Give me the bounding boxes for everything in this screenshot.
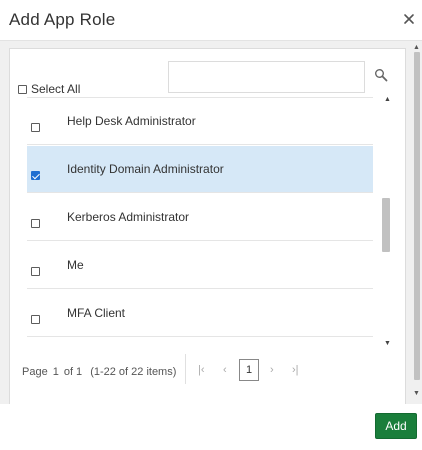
select-all-checkbox[interactable]: Select All — [18, 82, 80, 96]
scroll-down-icon[interactable]: ▼ — [413, 390, 420, 397]
row-checkbox[interactable] — [31, 267, 40, 276]
scroll-up-icon[interactable]: ▲ — [413, 44, 420, 51]
close-icon[interactable] — [402, 12, 416, 26]
search-icon[interactable] — [374, 68, 388, 82]
dialog-scrollbar[interactable]: ▲ ▼ — [412, 44, 421, 404]
row-checkbox[interactable] — [31, 171, 40, 180]
dialog-header: Add App Role — [0, 0, 422, 41]
row-checkbox[interactable] — [31, 315, 40, 324]
dialog-footer: Add — [0, 404, 422, 450]
role-name: MFA Client — [67, 306, 126, 320]
first-page-icon[interactable]: |‹ — [198, 364, 205, 376]
scrollbar-thumb[interactable] — [414, 52, 420, 380]
list-item[interactable]: Identity Domain Administrator — [27, 146, 373, 193]
list-item[interactable]: Me — [27, 242, 373, 289]
current-page: 1 — [52, 366, 59, 378]
list-item[interactable]: Kerberos Administrator — [27, 194, 373, 241]
next-page-icon[interactable]: › — [270, 364, 274, 376]
role-name: Me — [67, 258, 84, 272]
items-range: (1-22 of 22 items) — [90, 366, 177, 378]
add-button[interactable]: Add — [375, 413, 417, 439]
row-checkbox[interactable] — [31, 219, 40, 228]
previous-page-icon[interactable]: ‹ — [223, 364, 227, 376]
scroll-down-icon[interactable]: ▼ — [384, 340, 391, 347]
page-label: Page — [22, 366, 48, 378]
role-name: Help Desk Administrator — [67, 114, 196, 128]
page-number-button[interactable]: 1 — [239, 359, 259, 381]
list-item[interactable]: Help Desk Administrator — [27, 98, 373, 145]
pagination: Page 1 of 1 (1-22 of 22 items) |‹ ‹ 1 › … — [22, 354, 299, 384]
row-checkbox[interactable] — [31, 123, 40, 132]
list-scrollbar[interactable]: ▲ ▼ — [380, 96, 392, 350]
scroll-up-icon[interactable]: ▲ — [384, 96, 391, 103]
add-app-role-dialog: Add App Role ▲ ▼ Select All Help Desk Ad… — [0, 0, 422, 450]
role-name: Identity Domain Administrator — [67, 162, 224, 176]
page-of-label: of 1 — [63, 366, 83, 378]
select-all-label: Select All — [31, 82, 81, 96]
scrollbar-thumb[interactable] — [382, 198, 390, 252]
dialog-title: Add App Role — [9, 10, 116, 29]
role-name: Kerberos Administrator — [67, 210, 190, 224]
search-input[interactable] — [168, 61, 365, 93]
list-item[interactable]: MFA Client — [27, 290, 373, 337]
last-page-icon[interactable]: ›| — [292, 364, 299, 376]
pager-divider — [185, 354, 186, 384]
roles-list: Help Desk Administrator Identity Domain … — [27, 97, 373, 337]
select-all-box[interactable] — [18, 84, 27, 94]
